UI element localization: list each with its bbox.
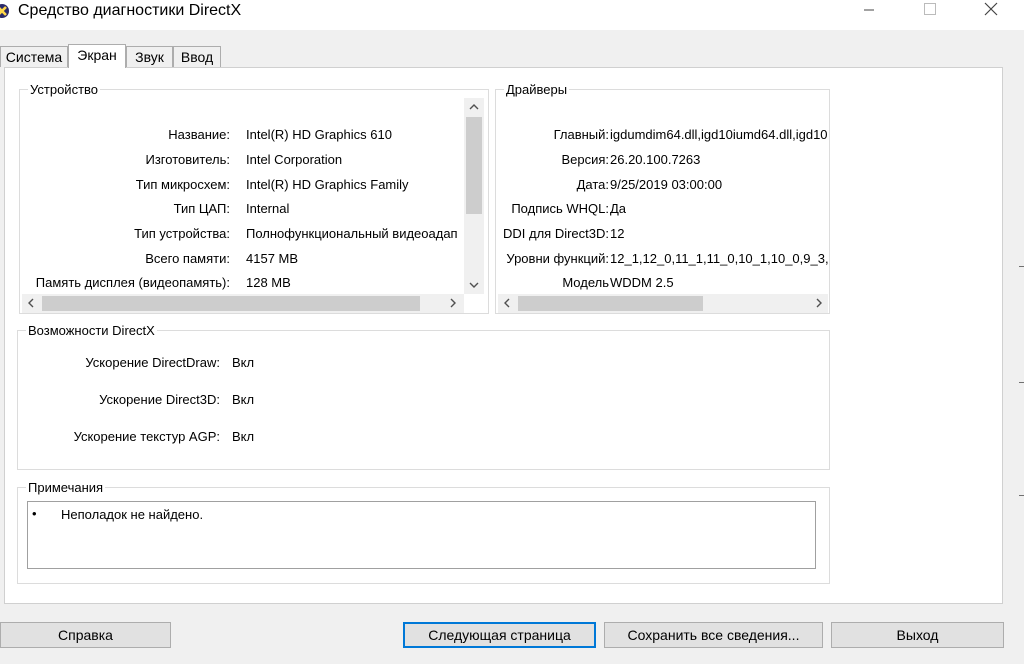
tab-display[interactable]: Экран xyxy=(68,44,126,68)
device-horizontal-scrollbar[interactable] xyxy=(22,294,464,313)
driver-value: 9/25/2019 03:00:00 xyxy=(610,177,723,192)
minimize-button[interactable] xyxy=(846,0,892,24)
chevron-down-icon[interactable] xyxy=(465,276,483,294)
directx-value: Вкл xyxy=(232,355,255,370)
drivers-group: Драйверы Главный: igdumdim64.dll,igd10iu… xyxy=(495,82,830,314)
screen-edge-tick xyxy=(1019,495,1024,496)
directx-label: Ускорение текстур AGP: xyxy=(73,429,220,444)
notes-textbox[interactable]: • Неполадок не найдено. xyxy=(27,501,816,569)
driver-value: WDDM 2.5 xyxy=(610,275,674,290)
driver-label: Уровни функций: xyxy=(506,251,609,266)
tab-sound[interactable]: Звук xyxy=(126,46,173,67)
device-value: Intel(R) HD Graphics Family xyxy=(246,177,409,192)
device-group: Устройство Название: Intel(R) HD Graphic… xyxy=(19,82,489,314)
device-vertical-scrollbar[interactable] xyxy=(464,98,484,294)
device-label: Изготовитель: xyxy=(145,152,231,167)
driver-value: 26.20.100.7263 xyxy=(610,152,701,167)
minimize-icon xyxy=(864,9,874,11)
device-label: Тип устройства: xyxy=(134,226,230,241)
device-label: Всего памяти: xyxy=(145,251,230,266)
tab-input[interactable]: Ввод xyxy=(173,46,221,67)
directx-label: Ускорение DirectDraw: xyxy=(85,355,220,370)
drivers-horizontal-scrollbar[interactable] xyxy=(498,294,828,313)
chevron-right-icon[interactable] xyxy=(810,294,828,312)
driver-label: Модель xyxy=(562,275,609,290)
device-vertical-scroll-thumb[interactable] xyxy=(466,117,482,214)
directx-app-icon xyxy=(0,4,9,18)
close-icon xyxy=(984,2,998,16)
chevron-right-icon[interactable] xyxy=(444,294,462,312)
chevron-left-icon[interactable] xyxy=(498,294,516,312)
help-button[interactable]: Справка xyxy=(0,622,171,648)
driver-value: 12_1,12_0,11_1,11_0,10_1,10_0,9_3, xyxy=(610,251,828,266)
title-bar: Средство диагностики DirectX xyxy=(0,0,1024,30)
device-label: Тип микросхем: xyxy=(135,177,230,192)
driver-label: Подпись WHQL: xyxy=(511,201,609,216)
directx-features-group: Возможности DirectX Ускорение DirectDraw… xyxy=(17,323,830,470)
directx-group-title: Возможности DirectX xyxy=(26,323,157,338)
device-horizontal-scroll-thumb[interactable] xyxy=(42,296,420,311)
window-title: Средство диагностики DirectX xyxy=(18,2,242,19)
driver-label: Главный: xyxy=(553,127,609,142)
driver-label: Дата: xyxy=(576,177,609,192)
drivers-info-list[interactable]: Главный: igdumdim64.dll,igd10iumd64.dll,… xyxy=(498,99,828,293)
maximize-button[interactable] xyxy=(907,0,953,24)
directx-value: Вкл xyxy=(232,392,255,407)
notes-group: Примечания • Неполадок не найдено. xyxy=(17,480,830,584)
screen-edge-tick xyxy=(1019,266,1024,267)
driver-value: igdumdim64.dll,igd10iumd64.dll,igd10 xyxy=(610,127,828,142)
chevron-left-icon[interactable] xyxy=(22,294,40,312)
note-item: Неполадок не найдено. xyxy=(61,507,204,522)
directx-value: Вкл xyxy=(232,429,255,444)
driver-label: DDI для Direct3D: xyxy=(503,226,609,241)
driver-label: Версия: xyxy=(561,152,609,167)
driver-value: 12 xyxy=(610,226,625,241)
device-group-title: Устройство xyxy=(28,82,101,97)
driver-value: Да xyxy=(610,201,627,216)
display-tab-panel: Устройство Название: Intel(R) HD Graphic… xyxy=(4,67,1003,604)
drivers-group-title: Драйверы xyxy=(504,82,570,97)
bullet-icon: • xyxy=(32,506,37,521)
notes-group-title: Примечания xyxy=(26,480,106,495)
device-label: Название: xyxy=(168,127,230,142)
device-label: Тип ЦАП: xyxy=(173,201,230,216)
device-value: Полнофункциональный видеоадап xyxy=(246,226,458,241)
drivers-horizontal-scroll-thumb[interactable] xyxy=(518,296,703,311)
exit-button[interactable]: Выход xyxy=(831,622,1004,648)
device-label: Память дисплея (видеопамять): xyxy=(35,275,230,290)
device-value: Intel Corporation xyxy=(246,152,343,167)
device-info-list[interactable]: Название: Intel(R) HD Graphics 610 Изгот… xyxy=(22,99,460,293)
screen-edge-tick xyxy=(1019,382,1024,383)
device-value: Intel(R) HD Graphics 610 xyxy=(246,127,392,142)
tab-system[interactable]: Система xyxy=(0,46,68,67)
save-all-info-button[interactable]: Сохранить все сведения... xyxy=(604,622,823,648)
directx-label: Ускорение Direct3D: xyxy=(99,392,220,407)
chevron-up-icon[interactable] xyxy=(465,98,483,116)
device-value: 128 MB xyxy=(246,275,291,290)
next-page-button[interactable]: Следующая страница xyxy=(403,622,596,648)
close-button[interactable] xyxy=(968,0,1014,24)
maximize-icon xyxy=(924,3,936,15)
device-value: 4157 MB xyxy=(246,251,299,266)
device-value: Internal xyxy=(246,201,290,216)
